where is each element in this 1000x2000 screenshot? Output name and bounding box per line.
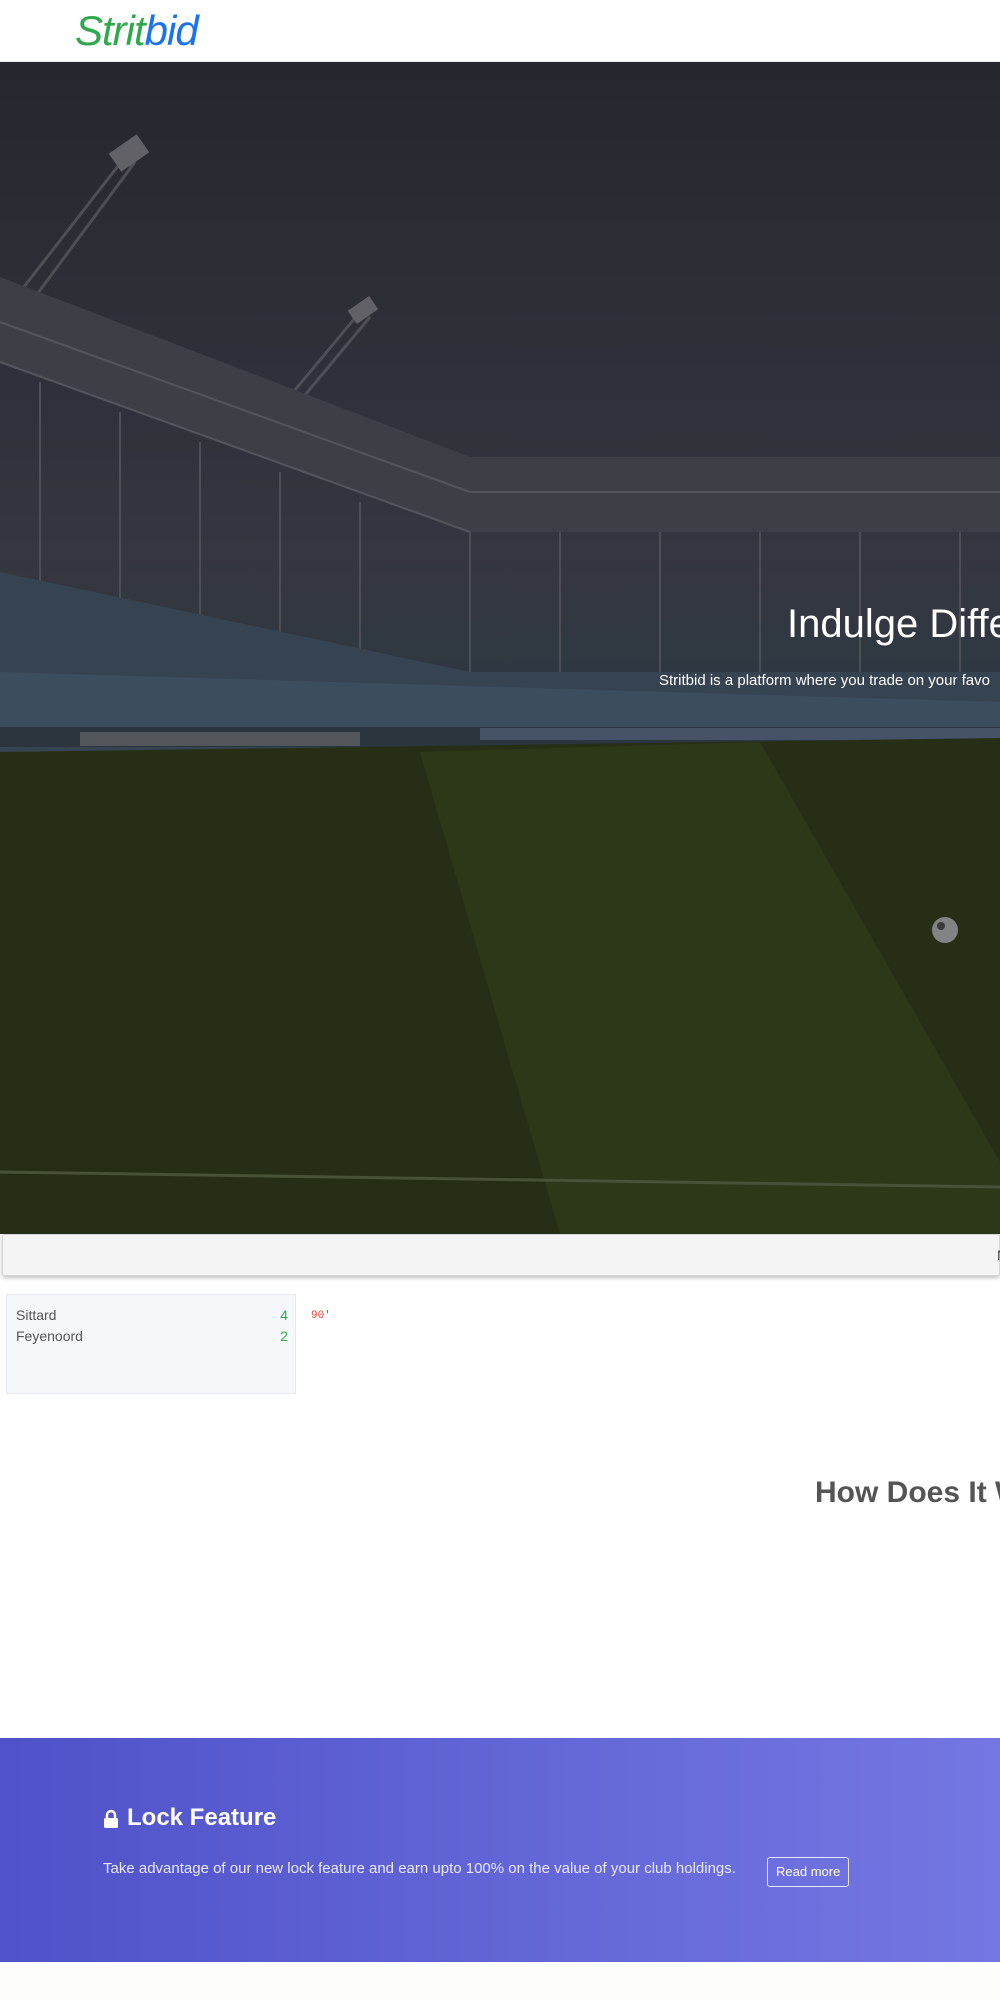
hero-section: Indulge Diffe Stritbid is a platform whe… bbox=[0, 62, 1000, 1234]
home-team-score: 4 bbox=[280, 1307, 288, 1323]
footer-strip bbox=[0, 1962, 1000, 2000]
brand-logo[interactable]: Stritbid bbox=[75, 6, 199, 56]
lock-icon bbox=[103, 1808, 119, 1828]
away-team-score: 2 bbox=[280, 1328, 288, 1344]
away-team-name: Feyenoord bbox=[16, 1328, 83, 1344]
match-minute: 90' bbox=[311, 1310, 331, 1322]
team-row-home: Sittard 4 bbox=[16, 1307, 288, 1327]
hero-title: Indulge Diffe bbox=[787, 602, 1000, 646]
hero-dark-overlay bbox=[0, 62, 1000, 1234]
lock-feature-description: Take advantage of our new lock feature a… bbox=[103, 1860, 736, 1877]
lock-feature-heading: Lock Feature bbox=[103, 1804, 276, 1832]
logo-part-strit: Strit bbox=[75, 7, 146, 54]
lock-feature-title: Lock Feature bbox=[127, 1804, 277, 1831]
home-team-name: Sittard bbox=[16, 1307, 57, 1323]
lock-feature-section: Lock Feature Take advantage of our new l… bbox=[0, 1738, 1000, 1962]
read-more-button[interactable]: Read more bbox=[767, 1857, 850, 1887]
match-score-card[interactable]: Sittard 4 Feyenoord 2 bbox=[6, 1294, 296, 1394]
news-ticker-bar: N bbox=[2, 1234, 1000, 1276]
site-header: Stritbid bbox=[0, 0, 1000, 62]
how-it-works-title: How Does It W bbox=[815, 1476, 1000, 1509]
hero-subtitle: Stritbid is a platform where you trade o… bbox=[659, 672, 990, 689]
team-row-away: Feyenoord 2 bbox=[16, 1328, 288, 1348]
logo-part-bid: bid bbox=[144, 7, 199, 54]
